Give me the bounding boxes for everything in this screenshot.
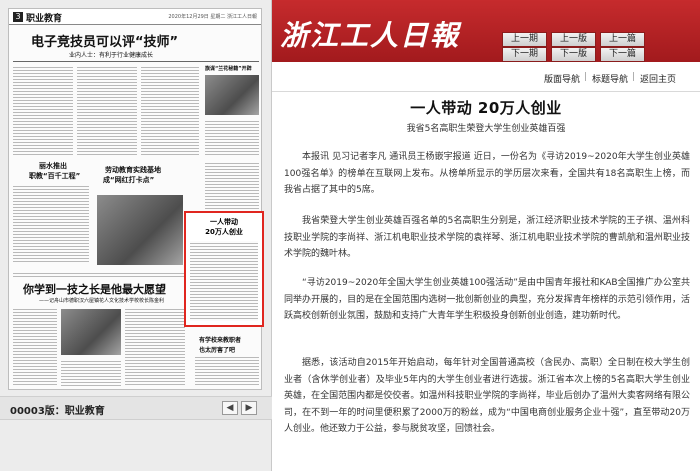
headline-main-sub: 业内人士：有利于行业健康成长 [69, 52, 154, 59]
article-content: 一人带动 20万人创业 我省5名高职生荣登大学生创业英雄百强 本报讯 见习记者李… [272, 93, 700, 471]
page-date-line: 2020年12月29日 星期二 浙江工人日報 [168, 14, 257, 20]
text-column [61, 359, 121, 387]
text-column [141, 65, 199, 155]
headline-center-2[interactable]: 成“网红打卡点” [103, 175, 154, 185]
text-column [13, 184, 89, 264]
news-photo [61, 309, 121, 355]
next-edition-button[interactable]: 下一版 [551, 47, 596, 62]
headline-big[interactable]: 你学到一技之长是他最大愿望 [23, 281, 166, 297]
text-column [205, 161, 259, 216]
headline-main[interactable]: 电子竞技员可以评“技师” [31, 31, 178, 50]
back-home-link[interactable]: 返回主页 [640, 72, 676, 85]
next-article-button[interactable]: 下一篇 [600, 47, 645, 62]
nav-separator: | [584, 72, 588, 82]
nav-separator: | [632, 72, 636, 82]
news-photo-portrait [97, 195, 183, 265]
text-column [195, 355, 259, 387]
prev-page-button[interactable]: ◀ [222, 401, 238, 415]
next-period-button[interactable]: 下一期 [502, 47, 547, 62]
text-column [13, 65, 73, 155]
article-title: 一人带动 20万人创业 [410, 99, 562, 117]
selected-article-highlight[interactable]: 一人带动 20万人创业 [184, 211, 264, 327]
text-column [13, 271, 187, 279]
headline-bottom-right-2[interactable]: 也太厉害了吧 [199, 345, 235, 354]
sub-navigation: 版面导航 | 标题导航 | 返回主页 [272, 62, 700, 92]
layout-nav-link[interactable]: 版面导航 [544, 72, 580, 85]
headline-column-left-2[interactable]: 职教“百千工程” [29, 171, 80, 181]
page-label: 00003版：职业教育 [10, 406, 105, 417]
next-page-button[interactable]: ▶ [241, 401, 257, 415]
article-paragraph: “寻访2019~2020年全国大学生创业英雄100强活动”是由中国青年报社和KA… [284, 278, 690, 321]
highlight-line-1: 一人带动 [210, 218, 238, 226]
article-paragraph: 我省荣登大学生创业英雄百强名单的5名高职生分别是，浙江经济职业技术学院的王子祺、… [284, 216, 690, 259]
highlight-text-lines [190, 241, 258, 321]
headline-bottom-right[interactable]: 有学校来教职者 [199, 335, 241, 344]
article-paragraph: 本报讯 见习记者李凡 通讯员王杨嵌宇报道 近日，一份名为《寻访2019~2020… [284, 152, 690, 195]
text-column [125, 307, 185, 387]
page-header: 3 职业教育 2020年12月29日 星期二 浙江工人日報 [9, 9, 261, 25]
highlight-line-2: 20万人创业 [205, 228, 243, 236]
title-nav-link[interactable]: 标题导航 [592, 72, 628, 85]
article-subtitle: 我省5名高职生荣登大学生创业英雄百强 [406, 124, 566, 134]
page-section: 职业教育 [26, 14, 63, 24]
article-paragraph: 据悉，该活动自2015年开始启动，每年针对全国普通高校（含民办、高职）全日制在校… [284, 358, 690, 434]
newspaper-preview-panel: 3 职业教育 2020年12月29日 星期二 浙江工人日報 电子竞技员可以评“技… [0, 0, 272, 471]
headline-column-left[interactable]: 丽水推出 [39, 161, 67, 171]
prev-period-button[interactable]: 上一期 [502, 32, 547, 47]
news-photo [205, 75, 259, 115]
headline-top-right[interactable]: 旗谋“兰花秘籍”开辟 [205, 65, 252, 72]
text-column [13, 307, 57, 387]
headline-big-sub: ——记舟山市德职汉六屋镇花人文化技术学校校长陈金利 [39, 298, 165, 304]
text-column [205, 119, 259, 155]
prev-article-button[interactable]: 上一篇 [600, 32, 645, 47]
prev-edition-button[interactable]: 上一版 [551, 32, 596, 47]
newspaper-logo: 浙江工人日報 [280, 19, 461, 52]
divider [13, 61, 259, 62]
page-bar: 00003版：职业教育 ◀ ▶ [0, 396, 272, 420]
header-banner: 浙江工人日報 上一期 上一版 上一篇 下一期 下一版 下一篇 [272, 0, 700, 62]
newspaper-page-thumbnail[interactable]: 3 职业教育 2020年12月29日 星期二 浙江工人日報 电子竞技员可以评“技… [8, 8, 262, 390]
page-number: 3 [13, 12, 23, 22]
text-column [77, 65, 137, 155]
headline-center[interactable]: 劳动教育实践基地 [105, 165, 161, 175]
